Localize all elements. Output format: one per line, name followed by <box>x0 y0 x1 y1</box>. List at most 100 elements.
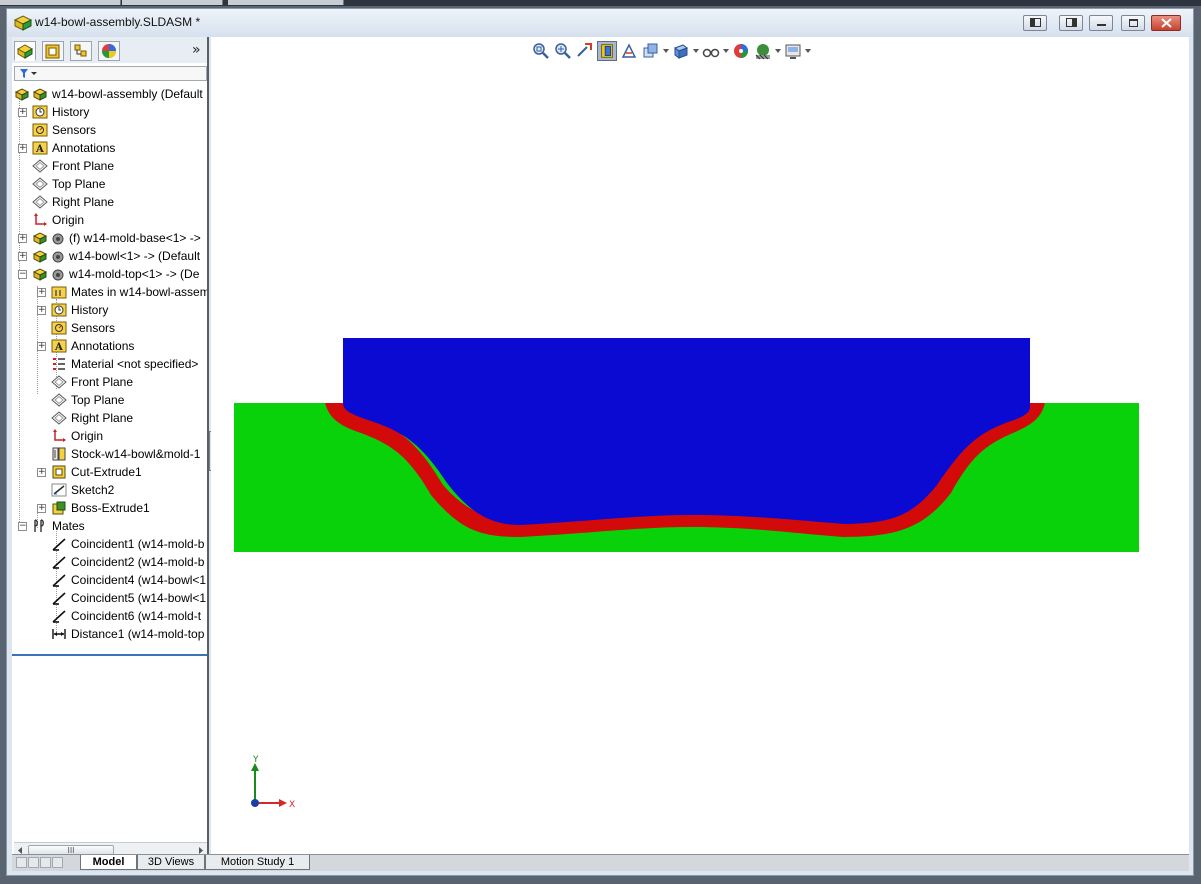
tree-item-coincident1-w14-mold-b[interactable]: Coincident1 (w14-mold-b <box>12 535 207 553</box>
tree-item-label: Material <not specified> <box>71 357 199 371</box>
tree-item-label: Sensors <box>52 123 97 137</box>
tree-item-label: History <box>52 105 90 119</box>
display-manager-tab[interactable] <box>98 41 120 61</box>
expand-node-icon[interactable]: + <box>37 342 46 351</box>
mates-icon <box>34 519 44 532</box>
tree-item-sensors[interactable]: Sensors <box>12 121 207 139</box>
tree-root-assembly[interactable]: w14-bowl-assembly (Default <box>12 85 207 103</box>
tree-item-label: Mates in w14-bowl-assem <box>71 285 209 299</box>
cut-extrude-icon <box>52 465 66 479</box>
annotations-icon: A <box>51 339 67 353</box>
svg-text:A: A <box>35 144 44 155</box>
expand-node-icon[interactable]: + <box>37 288 46 297</box>
tree-item-f-w14-mold-base-1[interactable]: + (f) w14-mold-base<1> -> <box>12 229 207 247</box>
tree-item-label: Coincident1 (w14-mold-b <box>71 537 205 551</box>
tree-item-boss-extrude1[interactable]: + Boss-Extrude1 <box>12 499 207 517</box>
document-title: w14-bowl-assembly.SLDASM * <box>35 15 201 29</box>
origin-icon <box>53 429 66 442</box>
tree-item-right-plane[interactable]: Right Plane <box>12 409 207 427</box>
plane-icon <box>32 159 48 173</box>
tree-item-label: Origin <box>52 213 85 227</box>
tree-item-history[interactable]: + History <box>12 103 207 121</box>
tab-motion-study-1[interactable]: Motion Study 1 <box>205 855 310 870</box>
component-state-icon <box>52 251 64 263</box>
tab-3d-views[interactable]: 3D Views <box>137 855 205 870</box>
sensors-icon <box>51 321 67 335</box>
property-manager-icon <box>45 44 60 59</box>
first-tab-nav-button[interactable] <box>16 857 27 868</box>
tree-item-label: Coincident6 (w14-mold-t <box>71 609 202 623</box>
collapse-node-icon[interactable]: − <box>18 270 27 279</box>
tree-filter[interactable] <box>14 66 207 81</box>
collapse-node-icon[interactable]: − <box>18 522 27 531</box>
display-state-icon <box>32 88 48 101</box>
expand-node-icon[interactable]: + <box>37 306 46 315</box>
close-icon <box>1161 18 1172 28</box>
title-bar[interactable]: w14-bowl-assembly.SLDASM * <box>7 9 1193 37</box>
tree-item-origin[interactable]: Origin <box>12 427 207 445</box>
expand-node-icon[interactable]: + <box>37 504 46 513</box>
feature-manager-tab[interactable] <box>14 41 36 61</box>
tree-item-coincident2-w14-mold-b[interactable]: Coincident2 (w14-mold-b <box>12 553 207 571</box>
expand-node-icon[interactable]: + <box>18 252 27 261</box>
tab-model[interactable]: Model <box>80 855 137 870</box>
expand-node-icon[interactable]: + <box>18 234 27 243</box>
tree-item-sensors[interactable]: Sensors <box>12 319 207 337</box>
tree-item-label: Stock-w14-bowl&mold-1 <box>71 447 201 461</box>
tree-item-material-not-specified[interactable]: Material <not specified> <box>12 355 207 373</box>
tree-item-coincident4-w14-bowl-1[interactable]: Coincident4 (w14-bowl<1 <box>12 571 207 589</box>
graphics-area[interactable]: Y X <box>211 37 1189 856</box>
tree-item-label: Front Plane <box>71 375 134 389</box>
prev-tab-nav-button[interactable] <box>28 857 39 868</box>
document-window: w14-bowl-assembly.SLDASM * » w14-bowl-as… <box>6 8 1194 876</box>
configuration-manager-tab[interactable] <box>70 41 92 61</box>
tree-item-front-plane[interactable]: Front Plane <box>12 373 207 391</box>
triad-x-label: X <box>289 800 295 810</box>
component-state-icon <box>52 233 64 245</box>
last-tab-nav-button[interactable] <box>52 857 63 868</box>
model-section-view[interactable] <box>211 37 1189 856</box>
restore-button[interactable] <box>1121 15 1145 31</box>
part-icon <box>14 88 30 101</box>
tree-item-history[interactable]: + History <box>12 301 207 319</box>
tree-item-origin[interactable]: Origin <box>12 211 207 229</box>
expand-node-icon[interactable]: + <box>18 108 27 117</box>
part-icon <box>32 268 48 281</box>
expand-panel-icon[interactable]: » <box>192 42 201 58</box>
tree-item-front-plane[interactable]: Front Plane <box>12 157 207 175</box>
close-button[interactable] <box>1151 15 1181 31</box>
tile-left-button[interactable] <box>1023 15 1047 31</box>
tree-item-coincident5-w14-bowl-1[interactable]: Coincident5 (w14-bowl<1 <box>12 589 207 607</box>
property-manager-tab[interactable] <box>42 41 64 61</box>
tree-item-right-plane[interactable]: Right Plane <box>12 193 207 211</box>
plane-icon <box>32 195 48 209</box>
tree-item-mates-in-w14-bowl-assem[interactable]: + Mates in w14-bowl-assem <box>12 283 209 301</box>
tile-right-button[interactable] <box>1059 15 1083 31</box>
tree-item-top-plane[interactable]: Top Plane <box>12 391 207 409</box>
tree-item-label: History <box>71 303 109 317</box>
tree-item-annotations[interactable]: + A Annotations <box>12 337 207 355</box>
coincident-icon <box>52 592 66 605</box>
tree-item-label: Coincident4 (w14-bowl<1 <box>71 573 207 587</box>
tree-item-w14-mold-top-1-de[interactable]: − w14-mold-top<1> -> (De <box>12 265 207 283</box>
tree-item-distance1-w14-mold-top[interactable]: Distance1 (w14-mold-top <box>12 625 207 643</box>
tree-item-label: Cut-Extrude1 <box>71 465 142 479</box>
tree-item-annotations[interactable]: + A Annotations <box>12 139 207 157</box>
tree-item-mates[interactable]: − Mates <box>12 517 207 535</box>
minimize-button[interactable] <box>1089 15 1113 31</box>
tree-item-w14-bowl-1-default[interactable]: + w14-bowl<1> -> (Default <box>12 247 207 265</box>
next-tab-nav-button[interactable] <box>40 857 51 868</box>
tree-item-top-plane[interactable]: Top Plane <box>12 175 207 193</box>
tree-item-coincident6-w14-mold-t[interactable]: Coincident6 (w14-mold-t <box>12 607 207 625</box>
expand-node-icon[interactable]: + <box>18 144 27 153</box>
configuration-manager-icon <box>74 44 87 57</box>
expand-node-icon[interactable]: + <box>37 468 46 477</box>
distance-icon <box>52 629 66 639</box>
tree-item-sketch2[interactable]: Sketch2 <box>12 481 207 499</box>
sketch-icon <box>51 483 67 497</box>
tree-item-label: Coincident2 (w14-mold-b <box>71 555 205 569</box>
tree-item-stock-w14-bowl-mold-1[interactable]: Stock-w14-bowl&mold-1 <box>12 445 207 463</box>
mates-folder-icon <box>51 286 67 299</box>
tree-item-cut-extrude1[interactable]: + Cut-Extrude1 <box>12 463 207 481</box>
assembly-icon <box>13 15 33 31</box>
